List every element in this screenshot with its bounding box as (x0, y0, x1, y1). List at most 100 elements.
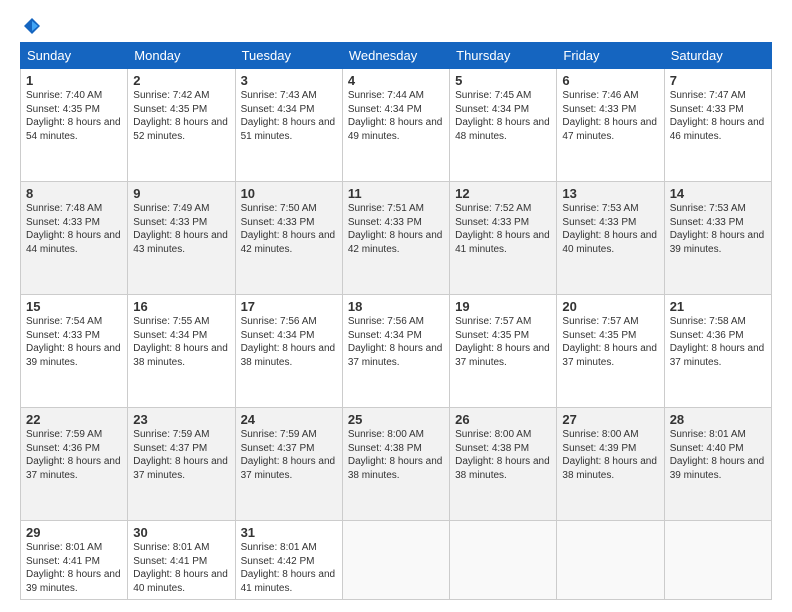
day-info: Sunrise: 7:56 AMSunset: 4:34 PMDaylight:… (348, 316, 443, 368)
day-info: Sunrise: 7:49 AMSunset: 4:33 PMDaylight:… (133, 203, 228, 255)
day-number: 7 (670, 73, 766, 88)
day-number: 13 (562, 186, 658, 201)
day-number: 2 (133, 73, 229, 88)
day-info: Sunrise: 7:45 AMSunset: 4:34 PMDaylight:… (455, 90, 550, 142)
calendar-cell: 22 Sunrise: 7:59 AMSunset: 4:36 PMDaylig… (21, 408, 128, 521)
calendar-day-header: Friday (557, 43, 664, 69)
calendar-cell: 9 Sunrise: 7:49 AMSunset: 4:33 PMDayligh… (128, 182, 235, 295)
day-number: 15 (26, 299, 122, 314)
calendar-cell: 21 Sunrise: 7:58 AMSunset: 4:36 PMDaylig… (664, 295, 771, 408)
day-number: 22 (26, 412, 122, 427)
calendar-cell: 1 Sunrise: 7:40 AMSunset: 4:35 PMDayligh… (21, 69, 128, 182)
day-info: Sunrise: 7:51 AMSunset: 4:33 PMDaylight:… (348, 203, 443, 255)
calendar-cell: 4 Sunrise: 7:44 AMSunset: 4:34 PMDayligh… (342, 69, 449, 182)
calendar-cell: 2 Sunrise: 7:42 AMSunset: 4:35 PMDayligh… (128, 69, 235, 182)
page: SundayMondayTuesdayWednesdayThursdayFrid… (0, 0, 792, 612)
day-number: 21 (670, 299, 766, 314)
logo-icon (22, 16, 42, 36)
calendar-day-header: Wednesday (342, 43, 449, 69)
calendar-day-header: Saturday (664, 43, 771, 69)
day-info: Sunrise: 7:57 AMSunset: 4:35 PMDaylight:… (562, 316, 657, 368)
day-info: Sunrise: 7:59 AMSunset: 4:37 PMDaylight:… (133, 429, 228, 481)
day-info: Sunrise: 8:00 AMSunset: 4:39 PMDaylight:… (562, 429, 657, 481)
day-info: Sunrise: 7:52 AMSunset: 4:33 PMDaylight:… (455, 203, 550, 255)
day-number: 16 (133, 299, 229, 314)
calendar-week-row: 29 Sunrise: 8:01 AMSunset: 4:41 PMDaylig… (21, 521, 772, 600)
day-info: Sunrise: 7:44 AMSunset: 4:34 PMDaylight:… (348, 90, 443, 142)
calendar-cell: 13 Sunrise: 7:53 AMSunset: 4:33 PMDaylig… (557, 182, 664, 295)
day-info: Sunrise: 7:55 AMSunset: 4:34 PMDaylight:… (133, 316, 228, 368)
day-info: Sunrise: 7:53 AMSunset: 4:33 PMDaylight:… (562, 203, 657, 255)
day-number: 1 (26, 73, 122, 88)
day-info: Sunrise: 7:42 AMSunset: 4:35 PMDaylight:… (133, 90, 228, 142)
calendar-cell: 15 Sunrise: 7:54 AMSunset: 4:33 PMDaylig… (21, 295, 128, 408)
day-info: Sunrise: 7:50 AMSunset: 4:33 PMDaylight:… (241, 203, 336, 255)
day-number: 26 (455, 412, 551, 427)
calendar-cell: 7 Sunrise: 7:47 AMSunset: 4:33 PMDayligh… (664, 69, 771, 182)
calendar-cell: 3 Sunrise: 7:43 AMSunset: 4:34 PMDayligh… (235, 69, 342, 182)
calendar-day-header: Sunday (21, 43, 128, 69)
day-number: 12 (455, 186, 551, 201)
calendar-table: SundayMondayTuesdayWednesdayThursdayFrid… (20, 42, 772, 600)
day-info: Sunrise: 7:48 AMSunset: 4:33 PMDaylight:… (26, 203, 121, 255)
calendar-cell: 27 Sunrise: 8:00 AMSunset: 4:39 PMDaylig… (557, 408, 664, 521)
calendar-cell (342, 521, 449, 600)
day-number: 18 (348, 299, 444, 314)
day-number: 9 (133, 186, 229, 201)
calendar-cell: 14 Sunrise: 7:53 AMSunset: 4:33 PMDaylig… (664, 182, 771, 295)
calendar-cell: 16 Sunrise: 7:55 AMSunset: 4:34 PMDaylig… (128, 295, 235, 408)
calendar-cell (450, 521, 557, 600)
calendar-cell: 5 Sunrise: 7:45 AMSunset: 4:34 PMDayligh… (450, 69, 557, 182)
day-info: Sunrise: 7:57 AMSunset: 4:35 PMDaylight:… (455, 316, 550, 368)
calendar-cell: 30 Sunrise: 8:01 AMSunset: 4:41 PMDaylig… (128, 521, 235, 600)
calendar-cell: 31 Sunrise: 8:01 AMSunset: 4:42 PMDaylig… (235, 521, 342, 600)
day-number: 5 (455, 73, 551, 88)
day-number: 8 (26, 186, 122, 201)
day-info: Sunrise: 7:53 AMSunset: 4:33 PMDaylight:… (670, 203, 765, 255)
day-info: Sunrise: 7:46 AMSunset: 4:33 PMDaylight:… (562, 90, 657, 142)
calendar-cell: 25 Sunrise: 8:00 AMSunset: 4:38 PMDaylig… (342, 408, 449, 521)
day-number: 28 (670, 412, 766, 427)
calendar-cell: 11 Sunrise: 7:51 AMSunset: 4:33 PMDaylig… (342, 182, 449, 295)
calendar-cell: 8 Sunrise: 7:48 AMSunset: 4:33 PMDayligh… (21, 182, 128, 295)
day-number: 14 (670, 186, 766, 201)
calendar-week-row: 15 Sunrise: 7:54 AMSunset: 4:33 PMDaylig… (21, 295, 772, 408)
calendar-cell: 23 Sunrise: 7:59 AMSunset: 4:37 PMDaylig… (128, 408, 235, 521)
day-info: Sunrise: 8:01 AMSunset: 4:40 PMDaylight:… (670, 429, 765, 481)
day-number: 29 (26, 525, 122, 540)
day-number: 20 (562, 299, 658, 314)
calendar-cell: 26 Sunrise: 8:00 AMSunset: 4:38 PMDaylig… (450, 408, 557, 521)
calendar-cell: 18 Sunrise: 7:56 AMSunset: 4:34 PMDaylig… (342, 295, 449, 408)
calendar-cell: 12 Sunrise: 7:52 AMSunset: 4:33 PMDaylig… (450, 182, 557, 295)
day-info: Sunrise: 8:01 AMSunset: 4:41 PMDaylight:… (133, 542, 228, 594)
calendar-cell: 29 Sunrise: 8:01 AMSunset: 4:41 PMDaylig… (21, 521, 128, 600)
day-number: 3 (241, 73, 337, 88)
calendar-cell: 10 Sunrise: 7:50 AMSunset: 4:33 PMDaylig… (235, 182, 342, 295)
day-number: 17 (241, 299, 337, 314)
day-number: 4 (348, 73, 444, 88)
day-info: Sunrise: 7:47 AMSunset: 4:33 PMDaylight:… (670, 90, 765, 142)
calendar-cell (557, 521, 664, 600)
calendar-day-header: Monday (128, 43, 235, 69)
calendar-cell: 20 Sunrise: 7:57 AMSunset: 4:35 PMDaylig… (557, 295, 664, 408)
day-info: Sunrise: 7:58 AMSunset: 4:36 PMDaylight:… (670, 316, 765, 368)
logo (20, 16, 42, 32)
day-info: Sunrise: 8:00 AMSunset: 4:38 PMDaylight:… (348, 429, 443, 481)
calendar-week-row: 8 Sunrise: 7:48 AMSunset: 4:33 PMDayligh… (21, 182, 772, 295)
day-info: Sunrise: 7:54 AMSunset: 4:33 PMDaylight:… (26, 316, 121, 368)
calendar-day-header: Tuesday (235, 43, 342, 69)
day-info: Sunrise: 7:56 AMSunset: 4:34 PMDaylight:… (241, 316, 336, 368)
day-info: Sunrise: 8:01 AMSunset: 4:41 PMDaylight:… (26, 542, 121, 594)
calendar-week-row: 1 Sunrise: 7:40 AMSunset: 4:35 PMDayligh… (21, 69, 772, 182)
day-number: 27 (562, 412, 658, 427)
day-info: Sunrise: 8:00 AMSunset: 4:38 PMDaylight:… (455, 429, 550, 481)
day-info: Sunrise: 7:59 AMSunset: 4:37 PMDaylight:… (241, 429, 336, 481)
day-number: 24 (241, 412, 337, 427)
day-number: 31 (241, 525, 337, 540)
day-info: Sunrise: 7:40 AMSunset: 4:35 PMDaylight:… (26, 90, 121, 142)
calendar-cell: 6 Sunrise: 7:46 AMSunset: 4:33 PMDayligh… (557, 69, 664, 182)
calendar-week-row: 22 Sunrise: 7:59 AMSunset: 4:36 PMDaylig… (21, 408, 772, 521)
day-number: 6 (562, 73, 658, 88)
day-info: Sunrise: 8:01 AMSunset: 4:42 PMDaylight:… (241, 542, 336, 594)
day-number: 19 (455, 299, 551, 314)
